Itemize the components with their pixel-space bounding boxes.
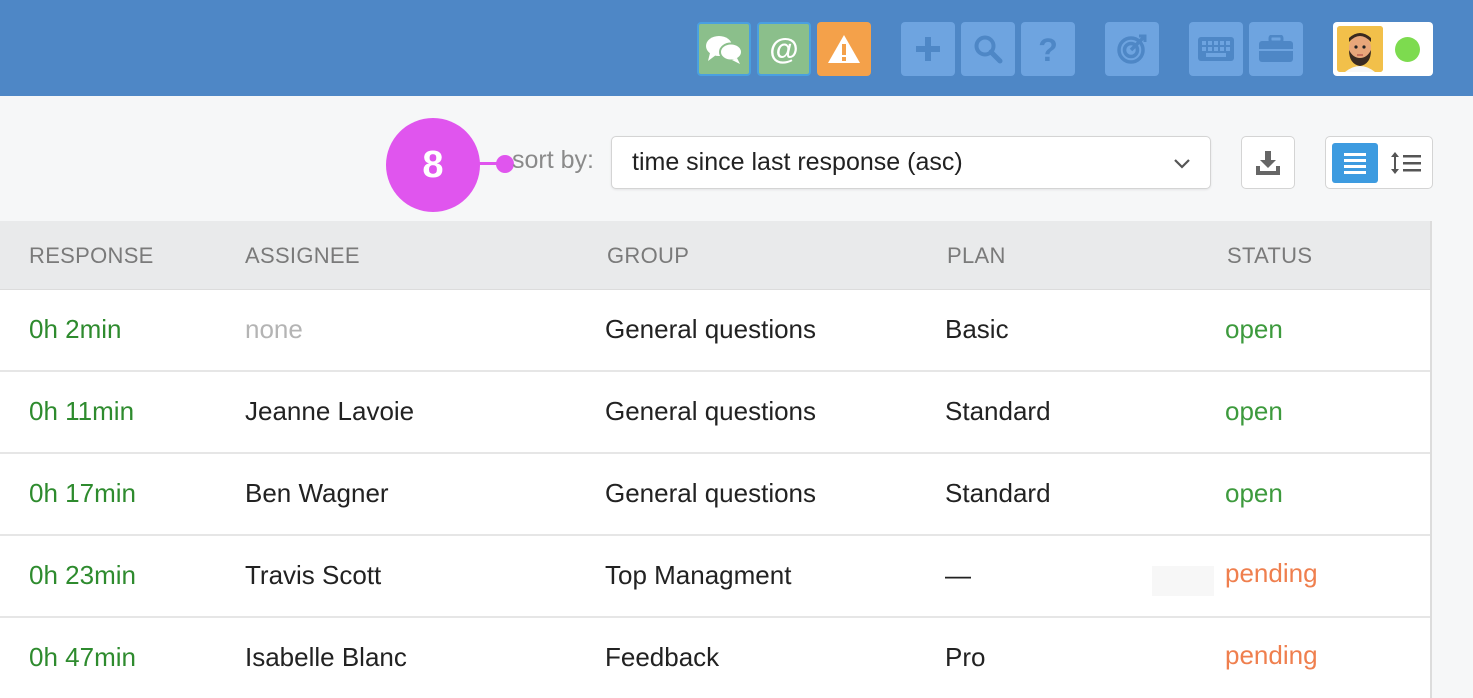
tickets-table: RESPONSE ASSIGNEE GROUP PLAN STATUS 0h 2… — [0, 221, 1432, 698]
table-header: RESPONSE ASSIGNEE GROUP PLAN STATUS — [0, 221, 1430, 290]
status: open — [1225, 314, 1283, 344]
user-menu[interactable] — [1333, 22, 1433, 76]
mentions-button[interactable]: @ — [757, 22, 811, 76]
briefcase-icon — [1259, 35, 1293, 62]
table-row[interactable]: 0h 2min none General questions Basic ope… — [0, 290, 1430, 372]
sort-select-value: time since last response (asc) — [632, 148, 963, 176]
column-header-status[interactable]: STATUS — [1227, 243, 1312, 269]
status: pending — [1225, 640, 1318, 670]
download-button[interactable] — [1241, 136, 1295, 189]
assignee: none — [245, 314, 303, 344]
chat-bubbles-icon — [706, 36, 743, 64]
add-button[interactable] — [901, 22, 955, 76]
assignee: Isabelle Blanc — [245, 642, 407, 672]
status: open — [1225, 478, 1283, 508]
row-highlight — [1152, 566, 1214, 596]
list-view-button[interactable] — [1332, 143, 1378, 183]
svg-text:?: ? — [1038, 33, 1058, 65]
chat-button[interactable] — [697, 22, 751, 76]
sort-select[interactable]: time since last response (asc) — [611, 136, 1211, 189]
group: General questions — [605, 396, 817, 426]
help-button[interactable]: ? — [1021, 22, 1075, 76]
assignee: Ben Wagner — [245, 478, 389, 508]
plus-icon — [916, 37, 940, 61]
response-time: 0h 2min — [29, 314, 122, 344]
list-view-icon — [1344, 153, 1366, 174]
table-row[interactable]: 0h 47min Isabelle Blanc Feedback Pro pen… — [0, 618, 1430, 698]
plan: Basic — [945, 314, 1009, 344]
group: General questions — [605, 314, 817, 344]
table-row[interactable]: 0h 11min Jeanne Lavoie General questions… — [0, 372, 1430, 454]
warning-icon — [828, 35, 860, 63]
plan: Standard — [945, 478, 1051, 508]
search-button[interactable] — [961, 22, 1015, 76]
column-header-group[interactable]: GROUP — [607, 243, 689, 269]
status: pending — [1225, 558, 1318, 588]
goals-button[interactable] — [1105, 22, 1159, 76]
status: open — [1225, 396, 1283, 426]
workspace-button[interactable] — [1249, 22, 1303, 76]
assignee: Jeanne Lavoie — [245, 396, 415, 426]
search-icon — [974, 35, 1003, 64]
keyboard-icon — [1198, 37, 1234, 61]
response-time: 0h 23min — [29, 560, 136, 590]
group: Feedback — [605, 642, 720, 672]
response-time: 0h 47min — [29, 642, 136, 672]
column-header-plan[interactable]: PLAN — [947, 243, 1006, 269]
compact-view-button[interactable] — [1384, 143, 1428, 183]
online-status-dot — [1395, 37, 1420, 62]
column-header-response[interactable]: RESPONSE — [29, 243, 154, 269]
sort-lines-icon — [1391, 152, 1421, 174]
assignee: Travis Scott — [245, 560, 382, 590]
download-icon — [1256, 150, 1280, 175]
group: Top Managment — [605, 560, 792, 590]
target-icon — [1117, 34, 1147, 64]
plan: Pro — [945, 642, 986, 672]
plan: Standard — [945, 396, 1051, 426]
chevron-down-icon — [1174, 159, 1190, 169]
column-header-assignee[interactable]: ASSIGNEE — [245, 243, 360, 269]
avatar — [1337, 26, 1383, 72]
group: General questions — [605, 478, 817, 508]
table-row[interactable]: 0h 17min Ben Wagner General questions St… — [0, 454, 1430, 536]
help-icon: ? — [1038, 33, 1058, 65]
view-toggle — [1325, 136, 1433, 189]
response-time: 0h 11min — [29, 396, 135, 426]
step-badge: 8 — [386, 118, 480, 212]
shortcuts-button[interactable] — [1189, 22, 1243, 76]
table-row[interactable]: 0h 23min Travis Scott Top Managment — pe… — [0, 536, 1430, 618]
plan: — — [945, 560, 971, 590]
top-bar: @ ? — [0, 0, 1473, 96]
sort-label: sort by: — [512, 146, 594, 174]
response-time: 0h 17min — [29, 478, 136, 508]
svg-text:@: @ — [769, 33, 798, 66]
alerts-button[interactable] — [817, 22, 871, 76]
at-sign-icon: @ — [769, 33, 798, 66]
